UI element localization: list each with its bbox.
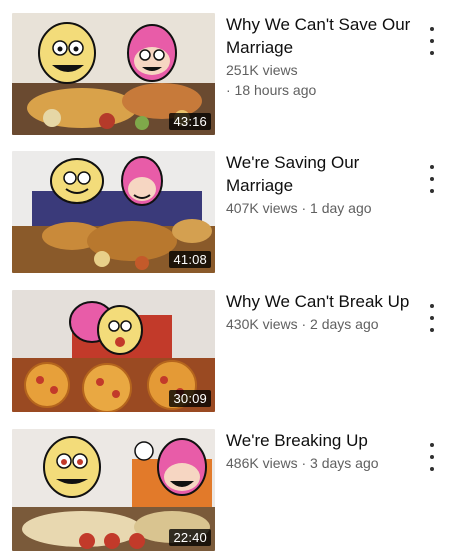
video-thumbnail[interactable]: 22:40 (12, 429, 215, 551)
video-meta: Why We Can't Break Up 430K views · 2 day… (226, 290, 416, 334)
video-item[interactable]: 22:40 We're Breaking Up 486K views · 3 d… (0, 429, 457, 553)
video-title[interactable]: Why We Can't Break Up (226, 290, 416, 313)
video-item[interactable]: 43:16 Why We Can't Save Our Marriage 251… (0, 13, 457, 137)
video-thumbnail[interactable]: 41:08 (12, 151, 215, 273)
video-views: 251K views (226, 62, 298, 78)
video-feed: 43:16 Why We Can't Save Our Marriage 251… (0, 0, 457, 553)
video-age: · 18 hours ago (226, 82, 317, 98)
video-age: · 3 days ago (301, 455, 379, 471)
video-meta: We're Saving Our Marriage 407K views · 1… (226, 151, 416, 218)
video-title[interactable]: Why We Can't Save Our Marriage (226, 13, 416, 59)
video-age: · 2 days ago (301, 316, 379, 332)
video-duration: 22:40 (169, 529, 211, 546)
more-vert-icon[interactable] (424, 304, 440, 332)
video-info-line: 486K views · 3 days ago (226, 453, 416, 473)
video-item[interactable]: 41:08 We're Saving Our Marriage 407K vie… (0, 151, 457, 275)
more-vert-icon[interactable] (424, 27, 440, 55)
video-views: 430K views (226, 316, 298, 332)
video-thumbnail[interactable]: 30:09 (12, 290, 215, 412)
video-duration: 43:16 (169, 113, 211, 130)
video-title[interactable]: We're Saving Our Marriage (226, 151, 416, 197)
video-info-line: 430K views · 2 days ago (226, 314, 416, 334)
video-duration: 41:08 (169, 251, 211, 268)
more-vert-icon[interactable] (424, 165, 440, 193)
video-views: 486K views (226, 455, 298, 471)
video-thumbnail[interactable]: 43:16 (12, 13, 215, 135)
video-meta: We're Breaking Up 486K views · 3 days ag… (226, 429, 416, 473)
video-duration: 30:09 (169, 390, 211, 407)
video-info-line: 407K views · 1 day ago (226, 198, 416, 218)
video-title[interactable]: We're Breaking Up (226, 429, 416, 452)
more-vert-icon[interactable] (424, 443, 440, 471)
video-meta: Why We Can't Save Our Marriage 251K view… (226, 13, 416, 100)
video-views: 407K views (226, 200, 298, 216)
video-age: · 1 day ago (301, 200, 372, 216)
video-item[interactable]: 30:09 Why We Can't Break Up 430K views ·… (0, 290, 457, 414)
